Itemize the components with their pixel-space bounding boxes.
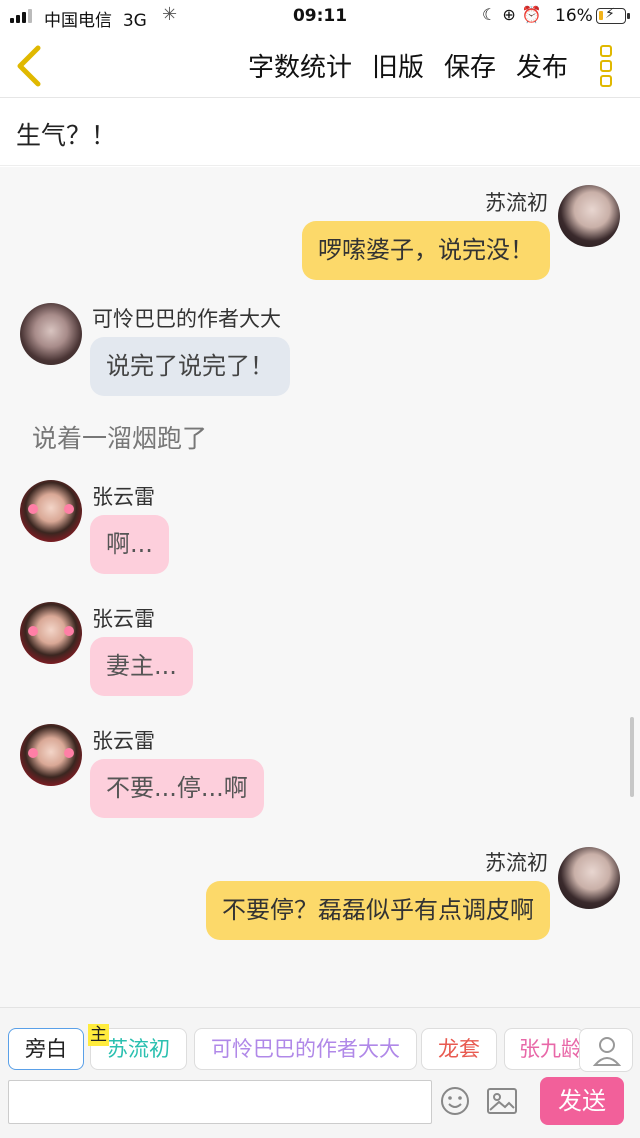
charging-bolt-icon: ⚡	[605, 6, 615, 22]
message-bubble[interactable]: 不要停？磊磊似乎有点调皮啊	[206, 881, 550, 941]
sender-name: 可怜巴巴的作者大大	[92, 307, 281, 331]
sender-name: 苏流初	[485, 851, 548, 875]
sender-name: 张云雷	[92, 485, 155, 509]
person-icon	[592, 1037, 622, 1066]
scrollbar[interactable]	[630, 717, 634, 797]
publish-button[interactable]: 发布	[516, 47, 568, 84]
role-chip-zhang[interactable]: 张九龄	[504, 1028, 584, 1070]
role-chip-narration[interactable]: 旁白	[8, 1028, 84, 1070]
composer-bar: 旁白 苏流初 主 可怜巴巴的作者大大 龙套 张九龄 发送	[0, 1007, 640, 1138]
send-button[interactable]: 发送	[540, 1077, 624, 1125]
status-icons: ☾⊕⏰	[482, 5, 548, 24]
top-nav-bar: 字数统计 旧版 保存 发布	[0, 34, 640, 98]
more-menu-icon[interactable]	[600, 45, 618, 87]
battery-fill	[599, 11, 603, 20]
message-bubble[interactable]: 不要...停...啊	[90, 759, 264, 819]
sender-name: 张云雷	[92, 729, 155, 753]
message-bubble[interactable]: 啰嗦婆子，说完没！	[302, 221, 550, 281]
avatar[interactable]	[20, 480, 82, 542]
role-chip-extra[interactable]: 龙套	[421, 1028, 497, 1070]
moon-icon: ☾	[482, 5, 503, 24]
alarm-icon: ⏰	[521, 5, 548, 24]
avatar[interactable]	[558, 185, 620, 247]
chapter-title-row[interactable]: 生气？！	[0, 98, 640, 166]
role-chip-author[interactable]: 可怜巴巴的作者大大	[194, 1028, 417, 1070]
battery-icon: ⚡	[596, 6, 630, 24]
orientation-lock-icon: ⊕	[502, 5, 522, 24]
word-count-button[interactable]: 字数统计	[248, 47, 352, 84]
battery-percent: 16%	[555, 6, 593, 26]
emoji-icon[interactable]	[440, 1086, 470, 1116]
add-role-button[interactable]	[579, 1028, 633, 1072]
old-version-button[interactable]: 旧版	[372, 47, 424, 84]
avatar[interactable]	[20, 303, 82, 365]
role-chips: 旁白 苏流初 主 可怜巴巴的作者大大 龙套 张九龄	[8, 1024, 640, 1072]
host-badge: 主	[88, 1024, 109, 1046]
narration-text[interactable]: 说着一溜烟跑了	[32, 419, 207, 455]
avatar[interactable]	[558, 847, 620, 909]
message-bubble[interactable]: 妻主...	[90, 637, 193, 697]
message-bubble[interactable]: 说完了说完了！	[90, 337, 290, 397]
message-input[interactable]	[8, 1080, 432, 1124]
chat-area[interactable]: 苏流初 啰嗦婆子，说完没！ 可怜巴巴的作者大大 说完了说完了！ 说着一溜烟跑了 …	[0, 167, 640, 1007]
message-bubble[interactable]: 啊...	[90, 515, 169, 575]
sender-name: 张云雷	[92, 607, 155, 631]
header-actions: 字数统计 旧版 保存 发布	[248, 47, 568, 84]
save-button[interactable]: 保存	[444, 47, 496, 84]
status-bar: 中国电信 3G ✳ 09:11 ☾⊕⏰ 16% ⚡	[0, 0, 640, 34]
back-arrow-icon[interactable]	[12, 44, 46, 88]
image-icon[interactable]	[486, 1086, 518, 1116]
chapter-title: 生气？！	[16, 121, 117, 150]
avatar[interactable]	[20, 602, 82, 664]
avatar[interactable]	[20, 724, 82, 786]
sender-name: 苏流初	[485, 191, 548, 215]
